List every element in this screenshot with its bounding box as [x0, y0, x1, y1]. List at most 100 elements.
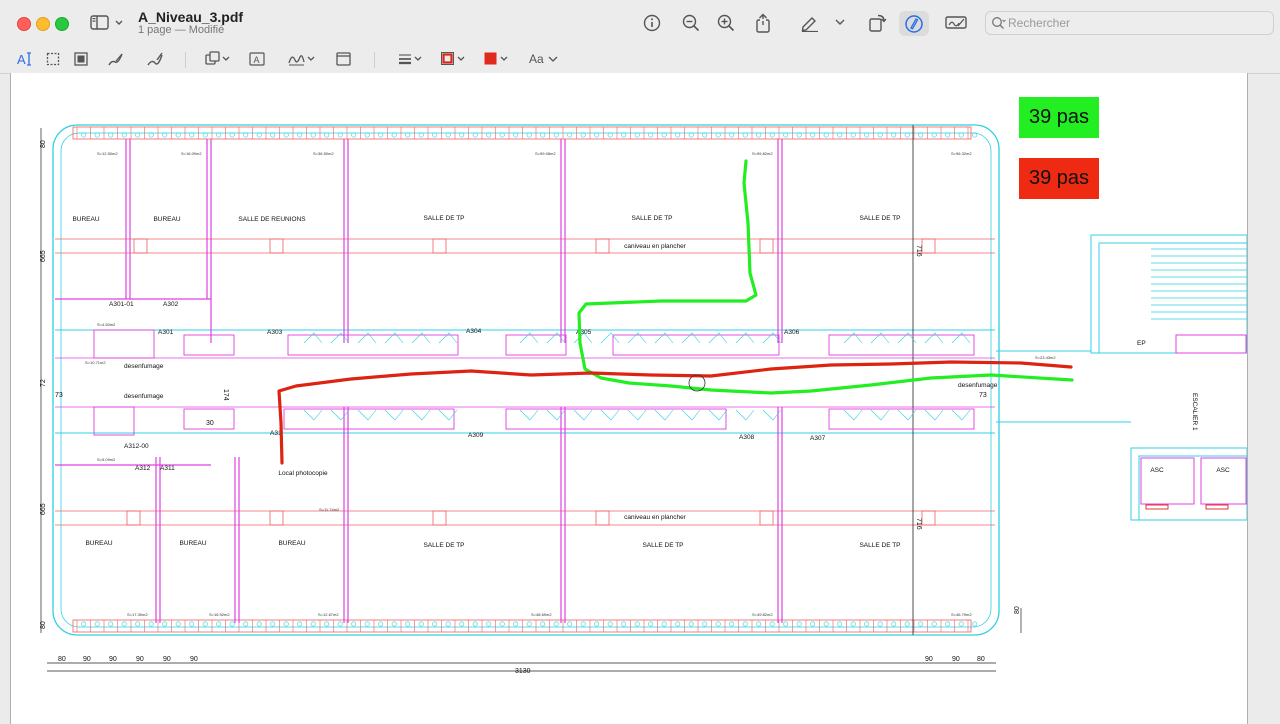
canal-label: caniveau en plancher	[624, 243, 687, 250]
canal-box	[432, 510, 447, 526]
pdf-page: BUREAU BUREAU SALLE DE REUNIONS SALLE DE…	[10, 73, 1248, 724]
door-swing	[654, 409, 674, 421]
facade-post	[958, 621, 964, 627]
room-id: A301-01	[109, 301, 134, 308]
markup-separator	[185, 52, 186, 68]
facade-post	[553, 132, 559, 138]
room-id: A308	[739, 434, 755, 441]
facade-post	[283, 621, 289, 627]
room-label: SALLE DE TP	[859, 215, 900, 222]
border-color-menu[interactable]	[440, 51, 468, 67]
facade-post	[810, 132, 816, 138]
facade-post	[931, 132, 937, 138]
facade-post	[742, 621, 748, 627]
text-box-tool[interactable]: A	[249, 52, 265, 66]
total-width-label: 3130	[515, 668, 531, 675]
canal-box	[269, 238, 284, 254]
markup-pen-button[interactable]	[800, 14, 820, 32]
facade-post	[607, 132, 613, 138]
canal-boxes	[126, 238, 936, 526]
dim-label: 30	[206, 420, 214, 427]
rectangular-selection-tool[interactable]	[46, 52, 60, 66]
facade-bottom	[72, 619, 972, 633]
door-swing	[870, 409, 890, 421]
facade-post	[351, 132, 357, 138]
search-input[interactable]	[1008, 14, 1263, 32]
door-swing	[681, 409, 701, 421]
facade-post	[405, 132, 411, 138]
facade-post	[729, 621, 735, 627]
room-labels: BUREAU BUREAU SALLE DE REUNIONS SALLE DE…	[72, 215, 1230, 549]
dim-label: 90	[163, 656, 171, 663]
markup-toolbar: A A Aa	[0, 46, 1280, 74]
text-style-menu[interactable]: Aa	[529, 52, 559, 66]
info-button[interactable]	[643, 14, 661, 32]
line-style-menu[interactable]	[398, 52, 424, 66]
room-id: A312	[135, 465, 151, 472]
search-icon	[992, 17, 1006, 29]
facade-post	[189, 132, 195, 138]
title-bar: A_Niveau_3.pdf 1 page — Modifié	[0, 0, 1280, 46]
facade-post	[931, 621, 937, 627]
note-tool[interactable]	[336, 52, 351, 66]
shapes-icon	[205, 51, 230, 65]
zoom-window-button[interactable]	[55, 17, 69, 31]
close-window-button[interactable]	[17, 17, 31, 31]
text-selection-tool[interactable]: A	[16, 51, 34, 67]
dim-label: 80	[1014, 606, 1021, 614]
door-swing	[924, 332, 944, 344]
minimize-window-button[interactable]	[36, 17, 50, 31]
draw-tool[interactable]	[146, 51, 164, 67]
dim-label: 73	[979, 392, 987, 399]
dim-label: 72	[40, 379, 47, 387]
zoom-in-button[interactable]	[717, 14, 735, 32]
dim-label: 80	[40, 140, 47, 148]
search-field[interactable]	[985, 11, 1274, 35]
line-style-icon	[399, 54, 422, 65]
shapes-menu[interactable]	[205, 51, 231, 67]
facade-post	[877, 621, 883, 627]
facade-post	[526, 132, 532, 138]
share-icon	[756, 13, 770, 33]
facade-post	[580, 621, 586, 627]
dim-label: 716	[915, 245, 922, 257]
facade-post	[175, 132, 181, 138]
redact-tool[interactable]	[74, 52, 88, 66]
pen-options-button[interactable]	[834, 17, 846, 27]
sketch-tool[interactable]	[107, 51, 125, 67]
green-legend-label: 39 pas	[1028, 106, 1090, 128]
sidebar-toggle-button[interactable]	[90, 14, 126, 32]
door-swing	[870, 332, 890, 344]
facade-post	[175, 621, 181, 627]
rotate-button[interactable]	[867, 13, 887, 33]
door-swing	[681, 332, 701, 344]
fill-color-menu[interactable]	[483, 51, 511, 67]
facade-post	[661, 132, 667, 138]
facade-post	[391, 621, 397, 627]
facade-post	[121, 621, 127, 627]
room-id: A312-00	[124, 443, 149, 450]
door-swing	[303, 332, 323, 344]
sign-button[interactable]	[945, 14, 967, 32]
zoom-out-button[interactable]	[682, 14, 700, 32]
area-labels: S=12.50m2 S=16.09m2 S=36.50m2 S=99.08m2 …	[85, 151, 1056, 617]
facade-post	[783, 132, 789, 138]
red-legend-box[interactable]: 39 pas	[1019, 158, 1099, 199]
redact-icon	[74, 52, 88, 66]
signature-menu[interactable]	[287, 51, 317, 67]
dim-label: 80	[40, 621, 47, 629]
facade-post	[499, 621, 505, 627]
facade-post	[796, 132, 802, 138]
area-label: S=17.30m2	[127, 612, 148, 617]
text-select-icon: A	[17, 52, 31, 67]
door-swing	[546, 332, 566, 344]
facade-post	[918, 132, 924, 138]
share-button[interactable]	[754, 13, 772, 33]
dimension-lines	[40, 128, 1022, 672]
dim-label: 90	[952, 656, 960, 663]
door-swing	[357, 332, 377, 344]
facade-posts	[76, 127, 978, 632]
green-legend-box[interactable]: 39 pas	[1019, 97, 1099, 138]
facade-post	[364, 132, 370, 138]
canal-box	[595, 238, 610, 254]
